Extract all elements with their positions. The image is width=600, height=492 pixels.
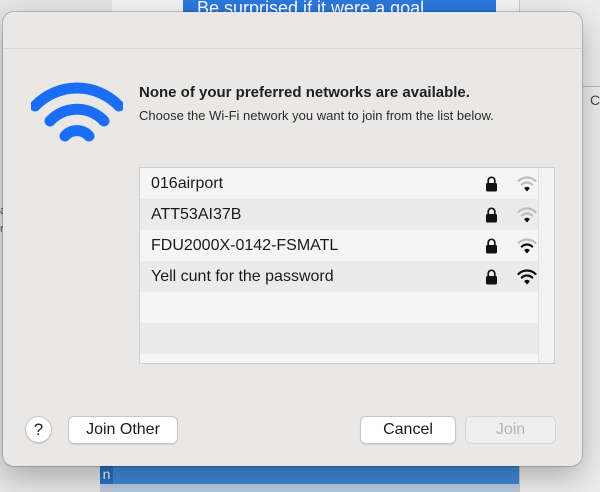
lock-icon — [486, 238, 497, 254]
background-letter: n — [100, 464, 113, 484]
help-button[interactable]: ? — [25, 416, 52, 443]
empty-list-row — [140, 323, 538, 354]
join-button[interactable]: Join — [465, 416, 556, 444]
network-name: 016airport — [151, 175, 224, 192]
wifi-signal-weak-icon — [517, 176, 537, 192]
background-divider — [583, 86, 600, 87]
network-row[interactable]: 016airport — [140, 168, 538, 199]
network-list[interactable]: 016airport ATT53AI37B FDU2000X-0142-FSMA… — [139, 167, 555, 364]
wifi-signal-medium-icon — [517, 238, 537, 254]
network-row[interactable]: FDU2000X-0142-FSMATL — [140, 230, 538, 261]
dialog-subtitle: Choose the Wi-Fi network you want to joi… — [139, 108, 494, 123]
join-other-button[interactable]: Join Other — [68, 416, 178, 444]
wifi-network-dialog: None of your preferred networks are avai… — [3, 12, 582, 466]
background-strip — [100, 484, 519, 492]
network-row[interactable]: ATT53AI37B — [140, 199, 538, 230]
background-panel-letter: C — [590, 92, 600, 108]
list-scrollbar[interactable] — [538, 168, 554, 363]
empty-list-row — [140, 354, 538, 363]
network-name: Yell cunt for the password — [151, 268, 334, 285]
dialog-titlebar[interactable] — [3, 12, 582, 49]
network-name: FDU2000X-0142-FSMATL — [151, 237, 339, 254]
network-name: ATT53AI37B — [151, 206, 242, 223]
dialog-title: None of your preferred networks are avai… — [139, 84, 470, 101]
wifi-icon — [31, 82, 123, 142]
empty-list-row — [140, 292, 538, 323]
wifi-signal-full-icon — [517, 269, 537, 285]
wifi-signal-weak-icon — [517, 207, 537, 223]
lock-icon — [486, 176, 497, 192]
lock-icon — [486, 207, 497, 223]
lock-icon — [486, 269, 497, 285]
network-row[interactable]: Yell cunt for the password — [140, 261, 538, 292]
cancel-button[interactable]: Cancel — [360, 416, 456, 444]
